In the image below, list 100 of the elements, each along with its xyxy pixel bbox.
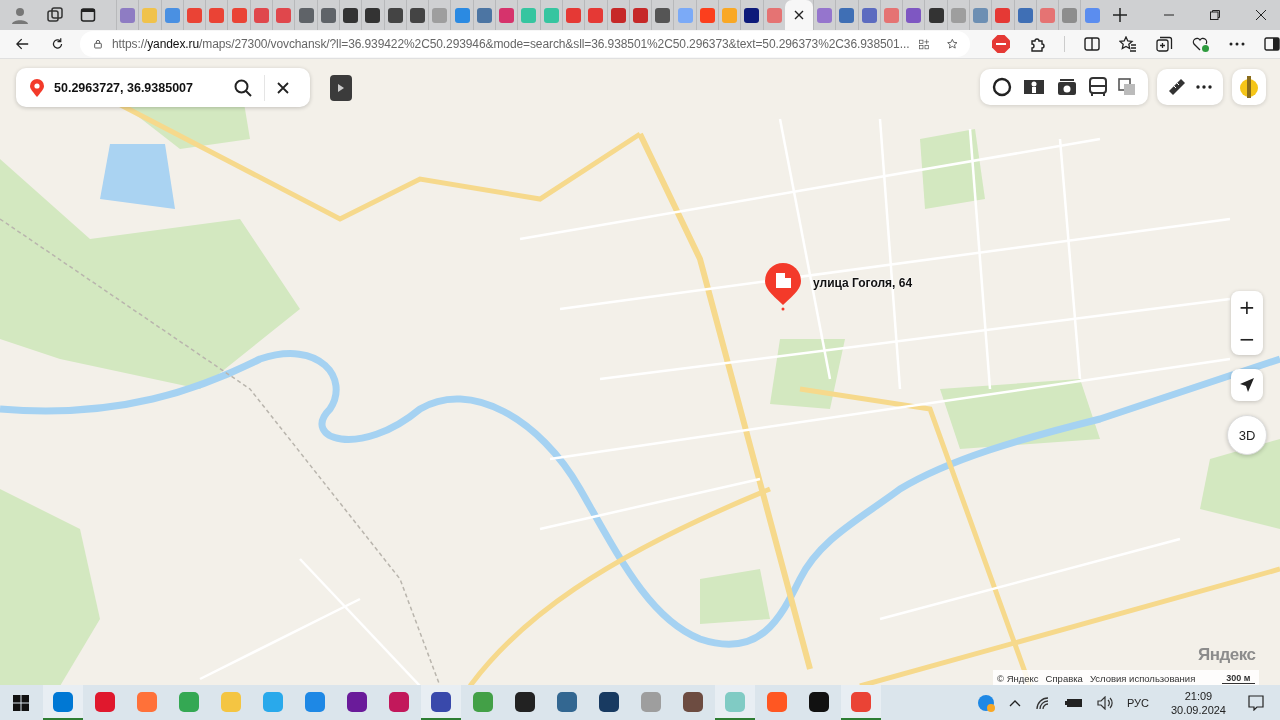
favicon-icon	[410, 7, 425, 23]
favicon-icon	[766, 7, 782, 23]
collections-icon[interactable]	[1156, 35, 1173, 53]
browser-tab[interactable]	[924, 0, 947, 30]
favicon-icon	[276, 7, 292, 23]
favicon-icon	[543, 7, 559, 23]
favicon-icon	[1040, 7, 1055, 23]
favicon-icon	[995, 7, 1011, 23]
favicon-icon	[699, 7, 715, 23]
place-marker-icon[interactable]	[764, 263, 802, 311]
favicon-icon	[744, 7, 760, 23]
scale-bar: 300 м	[1222, 672, 1255, 684]
favicon-icon	[320, 7, 336, 23]
close-icon[interactable]	[793, 10, 804, 20]
chevron-up-icon[interactable]	[1008, 698, 1021, 707]
favicon-icon	[343, 7, 359, 23]
ruler-icon[interactable]	[1168, 78, 1186, 96]
favicon-icon	[454, 7, 470, 23]
favorite-star-icon[interactable]	[947, 36, 958, 52]
favicon-icon	[655, 7, 671, 23]
favicon-icon	[253, 7, 269, 23]
favicon-icon	[722, 7, 738, 23]
favicon-icon	[142, 7, 158, 23]
zoom-in-button[interactable]: +	[1231, 291, 1263, 323]
logo: Яндекс	[1198, 645, 1256, 665]
favicon-icon	[883, 7, 899, 23]
refresh-icon[interactable]	[51, 36, 64, 52]
favicon-icon	[973, 7, 989, 23]
taskbar-app-icon[interactable]	[421, 685, 461, 720]
favicon-icon	[365, 7, 381, 23]
close-icon[interactable]	[277, 81, 289, 94]
extensions-icon[interactable]	[1029, 36, 1045, 52]
place-label: улица Гоголя, 64	[813, 276, 913, 290]
back-icon[interactable]	[16, 37, 29, 51]
street-view-button[interactable]	[1232, 69, 1266, 105]
play-arrow-icon	[338, 84, 344, 92]
battery-icon[interactable]	[1064, 697, 1083, 708]
location-arrow-icon	[1239, 377, 1255, 393]
favicon-icon	[298, 7, 314, 23]
restore-icon[interactable]	[1210, 10, 1220, 20]
favicon-icon	[499, 7, 515, 23]
copyright-text: © Яндекс	[997, 672, 1039, 684]
bus-icon[interactable]	[1088, 77, 1107, 97]
favicon-icon	[861, 7, 877, 23]
wifi-icon[interactable]	[1034, 695, 1051, 710]
favicon-icon	[588, 7, 604, 23]
camera-icon[interactable]	[1057, 78, 1077, 96]
favicon-icon	[610, 7, 626, 23]
favicon-icon	[817, 7, 833, 23]
favicon-icon	[187, 7, 203, 23]
address-field[interactable]: https://yandex.ru/maps/27300/vovchansk/?ll=36.939422%2C50.293946&mode=search&sll=36.938501%2C50.296373&text=50.296373%2C36.938501...	[80, 31, 970, 57]
my-location-button[interactable]	[1231, 369, 1263, 401]
favicon-icon	[120, 7, 136, 23]
search-icon[interactable]	[234, 78, 252, 97]
favicon-icon	[632, 7, 648, 23]
favicon-icon	[566, 7, 582, 23]
favicon-icon	[839, 7, 855, 23]
favorites-icon[interactable]	[1119, 36, 1137, 52]
attribution-link[interactable]: Справка	[1045, 672, 1083, 684]
favicon-icon	[476, 7, 492, 23]
favicon-icon	[1084, 7, 1100, 23]
location-pin-icon	[30, 78, 44, 97]
tab-actions-icon[interactable]	[80, 7, 96, 23]
layers-icon[interactable]	[1118, 78, 1137, 96]
notifications-icon[interactable]	[1248, 694, 1264, 711]
windows-start-icon[interactable]	[13, 694, 29, 711]
circle-icon[interactable]	[991, 77, 1012, 97]
favicon-icon	[231, 7, 247, 23]
browser-tab[interactable]	[383, 0, 406, 30]
more-icon[interactable]	[1229, 42, 1245, 46]
new-tab-icon[interactable]	[1112, 8, 1127, 22]
favicon-icon	[928, 7, 944, 23]
adblock-icon[interactable]	[992, 35, 1010, 53]
zoom-out-button[interactable]: −	[1231, 323, 1263, 355]
profile-icon[interactable]	[10, 5, 30, 25]
sidebar-icon[interactable]	[1264, 37, 1280, 51]
favicon-icon	[950, 7, 966, 23]
clock-time[interactable]: 21:09	[1184, 688, 1213, 703]
more-icon[interactable]	[1196, 85, 1212, 89]
favicon-icon	[1017, 7, 1033, 23]
close-icon[interactable]	[1256, 10, 1266, 20]
favicon-icon	[387, 7, 403, 23]
language-indicator[interactable]: РУС	[1126, 696, 1149, 709]
health-icon[interactable]	[1192, 35, 1210, 53]
favicon-icon	[1062, 7, 1078, 23]
favicon-icon	[209, 7, 225, 23]
volume-icon[interactable]	[1096, 695, 1113, 710]
clock-date[interactable]: 30.09.2024	[1170, 702, 1226, 717]
attribution-link[interactable]: Условия использования	[1089, 672, 1196, 684]
lock-icon	[94, 37, 102, 51]
favicon-icon	[677, 7, 693, 23]
search-field[interactable]: 50.2963727, 36.9385007	[54, 80, 224, 95]
favicon-icon	[164, 7, 180, 23]
favicon-icon	[521, 7, 537, 23]
workspaces-icon[interactable]	[46, 6, 64, 24]
split-screen-icon[interactable]	[1084, 36, 1100, 52]
help-icon[interactable]	[976, 693, 995, 712]
expand-panel-button[interactable]	[330, 75, 352, 101]
favicon-icon	[906, 7, 922, 23]
favicon-icon	[432, 7, 448, 23]
